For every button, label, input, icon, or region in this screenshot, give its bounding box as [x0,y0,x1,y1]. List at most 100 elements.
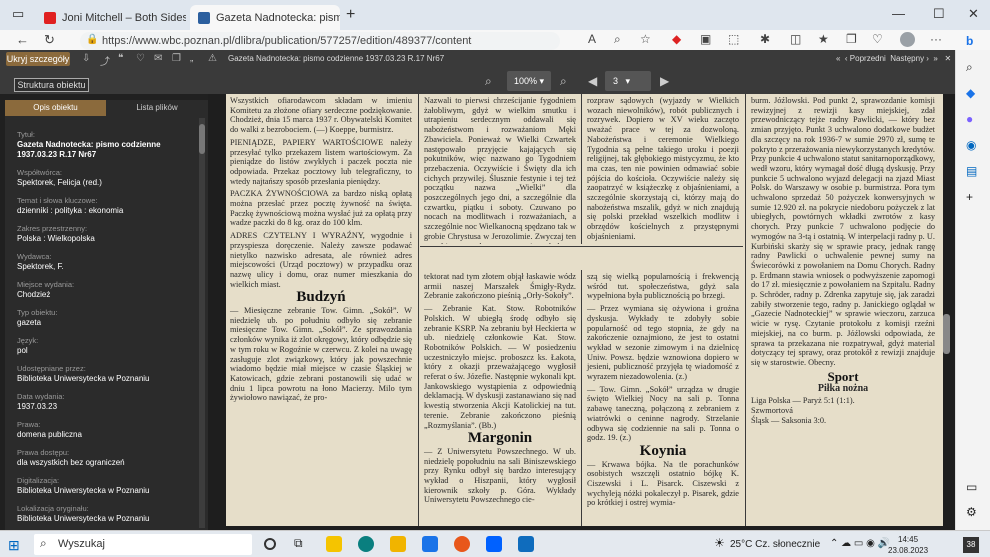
file-explorer-icon[interactable] [390,536,406,552]
next-page-icon[interactable]: ▶ [660,74,669,88]
youtube-icon [44,11,56,24]
start-icon[interactable]: ⊞ [8,537,20,554]
document-scrollbar[interactable] [943,104,951,524]
paragraph: — Zebranie Kat. Stow. Robotników Polskic… [424,304,576,430]
metadata-value[interactable]: Biblioteka Uniwersytecka w Poznaniu [17,486,197,496]
close-window-icon[interactable]: ✕ [968,6,979,22]
hide-details-button[interactable]: Ukryj szczegóły [6,52,70,66]
metadata-value[interactable]: domena publiczna [17,430,197,440]
tab-files[interactable]: Lista plików [106,100,208,116]
dropbox-icon[interactable] [486,536,502,552]
add-icon[interactable]: + [966,190,973,204]
scrollbar-thumb[interactable] [199,124,205,154]
first-icon[interactable]: « [836,54,840,63]
warning-icon[interactable]: ⚠ [208,53,217,64]
metadata-value[interactable]: Spektorek, F. [17,262,197,272]
scrollbar-thumb[interactable] [943,314,950,354]
last-icon[interactable]: » [933,54,937,63]
page-select[interactable]: 3 ▾ [605,71,651,91]
favorites-icon[interactable]: ★ [818,32,829,46]
cortana-icon[interactable] [264,538,276,550]
refresh-icon[interactable]: ↻ [44,32,55,48]
tab-title: Joni Mitchell – Both Sides Now (Li [62,11,186,24]
next-button[interactable]: Następny › [890,54,929,63]
settings-icon[interactable]: ⚙ [966,505,977,519]
puzzle-icon[interactable]: ✱ [760,32,770,46]
new-tab-icon[interactable]: + [346,6,355,24]
prev-button[interactable]: ‹ Poprzedni [845,54,886,63]
tag-icon[interactable]: ◆ [966,86,975,100]
more-icon[interactable]: ··· [930,32,942,46]
search-icon[interactable]: ⌕ [966,60,973,75]
search-field[interactable]: ⌕ Wyszukaj [34,534,252,555]
metadata-value[interactable]: Chodzież [17,290,197,300]
notification-badge[interactable]: 38 [963,537,979,553]
sidebar-toggle-icon[interactable]: ▭ [966,480,977,494]
heart-icon[interactable]: ♡ [136,53,145,64]
zoom-select[interactable]: 100% ▾ [507,71,551,91]
metadata-value[interactable]: Polska : Wielkopolska [17,234,197,244]
metadata-value[interactable]: pol [17,346,197,356]
bookmark-icon[interactable]: ❐ [172,53,181,64]
heart-icon[interactable]: ♡ [872,32,883,46]
quote-icon[interactable]: „ [190,53,193,64]
outlook-icon[interactable]: ◉ [966,138,976,152]
close-viewer-icon[interactable]: ✕ [945,54,952,63]
tray-icons[interactable]: ⌃ ☁ ▭ ◉ 🔊 [830,538,890,549]
edge-icon[interactable] [358,536,374,552]
metadata-value[interactable]: dla wszystkich bez ograniczeń [17,458,197,468]
tab-description[interactable]: Opis obiektu [5,100,106,116]
metadata-label: Lokalizacja oryginału: [17,504,89,513]
panel-tabs: Opis obiektu Lista plików [5,100,208,116]
office-icon[interactable]: ▤ [966,164,977,178]
tab-youtube[interactable]: Joni Mitchell – Both Sides Now (Li × [36,5,186,30]
panel-scrollbar[interactable] [199,118,205,528]
section-divider [420,246,743,247]
firefox-icon[interactable] [454,536,470,552]
zoom-icon[interactable]: ⌕ [614,32,621,47]
metadata-label: Prawa: [17,420,41,429]
share-icon[interactable]: ⤴ [100,53,110,68]
read-aloud-icon[interactable]: A [588,32,596,46]
structure-button[interactable]: Struktura obiektu [14,78,89,92]
split-screen-icon[interactable]: ◫ [790,32,801,46]
zoom-in-icon[interactable]: ⌕ [560,74,567,89]
cite-icon[interactable]: ❝ [118,53,123,64]
collections-icon[interactable]: ❐ [846,32,857,46]
metadata-value[interactable]: Spektorek, Felicja (red.) [17,178,197,188]
download-icon[interactable]: ⇩ [82,53,90,64]
zoom-out-icon[interactable]: ⌕ [485,74,492,89]
tab-actions-icon[interactable]: ▭ [12,6,24,22]
mail-icon[interactable] [422,536,438,552]
url-field[interactable]: 🔒 https://www.wbc.poznan.pl/dlibra/publi… [80,32,560,50]
metadata-label: Typ obiektu: [17,308,58,317]
minimize-icon[interactable]: — [892,6,905,21]
mail-icon[interactable]: ✉ [154,53,162,64]
metadata-value[interactable]: 1937.03.23 [17,402,197,412]
widgets-icon[interactable] [326,536,342,552]
url-text: https://www.wbc.poznan.pl/dlibra/publica… [102,35,472,47]
extension-icon[interactable]: ⬚ [728,32,739,46]
prev-page-icon[interactable]: ◀ [588,74,597,88]
task-view-icon[interactable]: ⧉ [294,536,310,552]
metadata-value[interactable]: Gazeta Nadnotecka: pismo codzienne 1937.… [17,140,197,160]
favorite-icon[interactable]: ☆ [640,32,651,46]
back-icon[interactable]: ← [16,32,29,47]
games-icon[interactable]: ● [966,112,973,126]
profile-avatar[interactable] [900,32,915,47]
shield-icon[interactable]: ◆ [672,32,681,46]
clock[interactable]: 14:45 23.08.2023 [888,534,928,556]
outlook-icon[interactable] [518,536,534,552]
maximize-icon[interactable]: ☐ [933,6,945,22]
metadata-field: Tytuł: Gazeta Nadnotecka: pismo codzienne… [17,130,197,160]
metadata-label: Wydawca: [17,252,52,261]
metadata-value[interactable]: gazeta [17,318,197,328]
tab-gazeta[interactable]: Gazeta Nadnotecka: pismo codz × [190,5,340,30]
metadata-value[interactable]: dzienniki : polityka : ekonomia [17,206,197,216]
weather-widget[interactable]: 25°C Cz. słonecznie [730,539,820,550]
camera-icon[interactable]: ▣ [700,32,711,46]
metadata-value[interactable]: Biblioteka Uniwersytecka w Poznaniu [17,514,197,524]
metadata-value[interactable]: Biblioteka Uniwersytecka w Poznaniu [17,374,197,384]
column-3-bottom: szą się wielką popularnością i frekwencj… [583,270,743,526]
bing-icon[interactable]: b [966,34,973,48]
